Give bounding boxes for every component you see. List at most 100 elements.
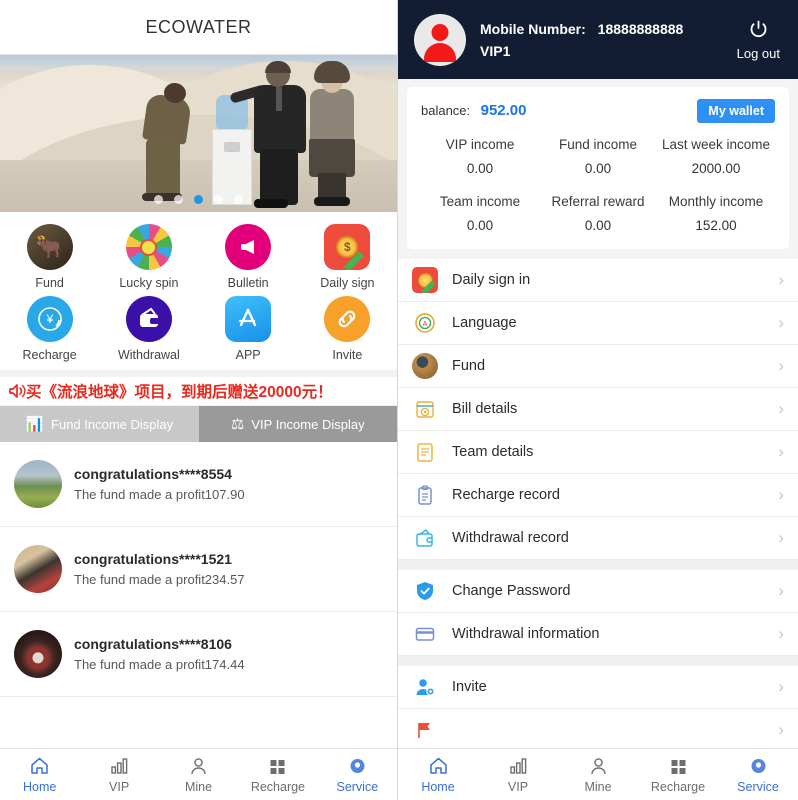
- nav-home[interactable]: Home: [0, 749, 79, 800]
- nav-label: Recharge: [250, 779, 306, 794]
- menu-item-language[interactable]: A Language ›: [398, 302, 798, 345]
- left-panel-home: ECOWATER 🐂 Fund Lucky spin Bulletin $ Da…: [0, 0, 398, 800]
- menu-item-team-details[interactable]: Team details ›: [398, 431, 798, 474]
- congrats-subtitle: The fund made a profit174.44: [74, 657, 245, 672]
- nav-label: Mine: [184, 779, 213, 794]
- carousel-dot[interactable]: [154, 195, 163, 204]
- my-wallet-button[interactable]: My wallet: [697, 99, 775, 123]
- nav-mine[interactable]: Mine: [159, 749, 238, 800]
- headset-icon: [347, 756, 368, 777]
- nav-label: Mine: [584, 779, 612, 794]
- quick-action-lucky-spin[interactable]: Lucky spin: [99, 224, 198, 290]
- home-icon: [29, 756, 50, 777]
- dual-panel-app: ECOWATER 🐂 Fund Lucky spin Bulletin $ Da…: [0, 0, 798, 800]
- quick-action-recharge[interactable]: ¥ Recharge: [0, 296, 99, 362]
- sign-in-coin-icon: $: [324, 224, 371, 270]
- carousel-dot-active[interactable]: [194, 195, 203, 204]
- logout-button[interactable]: Log out: [737, 19, 782, 61]
- chevron-right-icon: ›: [778, 399, 784, 418]
- nav-home[interactable]: Home: [398, 749, 478, 800]
- menu-divider: [398, 560, 798, 570]
- nav-label: VIP: [507, 779, 529, 794]
- carousel-dot[interactable]: [174, 195, 183, 204]
- power-icon: [748, 19, 769, 40]
- promo-banner-carousel[interactable]: [0, 55, 397, 212]
- menu-item-label: Change Password: [452, 583, 571, 599]
- nav-vip[interactable]: VIP: [478, 749, 558, 800]
- right-bottom-nav: Home VIP Mine Recharge Service: [398, 748, 798, 800]
- nav-recharge[interactable]: Recharge: [238, 749, 317, 800]
- speaker-horn-icon: [8, 382, 28, 400]
- person-icon: [588, 756, 609, 777]
- menu-item-daily-sign-in[interactable]: Daily sign in ›: [398, 259, 798, 302]
- headset-icon: [748, 756, 769, 777]
- quick-action-withdrawal[interactable]: Withdrawal: [99, 296, 198, 362]
- user-avatar-icon: [414, 13, 466, 66]
- list-item[interactable]: congratulations****8106 The fund made a …: [0, 612, 397, 697]
- user-header: Mobile Number: 18888888888 VIP1 Log out: [398, 0, 798, 79]
- quick-action-grid: 🐂 Fund Lucky spin Bulletin $ Daily sign: [0, 212, 397, 370]
- tab-vip-income-display[interactable]: ⚖ VIP Income Display: [198, 406, 397, 442]
- carousel-dot[interactable]: [214, 195, 223, 204]
- quick-action-label: Withdrawal: [117, 348, 180, 362]
- menu-item-label: Team details: [452, 444, 534, 460]
- shield-check-icon: [412, 578, 438, 604]
- home-icon: [428, 756, 449, 777]
- wallet-summary-card: balance: 952.00 My wallet VIP income 0.0…: [407, 87, 789, 249]
- list-item[interactable]: congratulations****1521 The fund made a …: [0, 527, 397, 612]
- menu-item-fund[interactable]: Fund ›: [398, 345, 798, 388]
- balance-value: 952.00: [480, 102, 527, 119]
- menu-item-withdrawal-information[interactable]: Withdrawal information ›: [398, 613, 798, 656]
- menu-item-withdrawal-record[interactable]: Withdrawal record ›: [398, 517, 798, 560]
- tab-fund-income-display[interactable]: 📊 Fund Income Display: [0, 406, 199, 442]
- mobile-number-value: 18888888888: [597, 20, 684, 37]
- quick-action-daily-sign[interactable]: $ Daily sign: [298, 224, 397, 290]
- user-info: Mobile Number: 18888888888 VIP1: [480, 21, 737, 59]
- bank-card-icon: [412, 621, 438, 647]
- carousel-dots[interactable]: [0, 195, 397, 204]
- income-stats-grid: VIP income 0.00 Fund income 0.00 Last we…: [421, 137, 775, 233]
- quick-action-label: Lucky spin: [119, 276, 179, 290]
- yen-refresh-icon: ¥: [26, 296, 73, 342]
- stat-monthly-income: Monthly income 152.00: [657, 194, 775, 233]
- menu-item-label: Withdrawal information: [452, 626, 600, 642]
- nav-mine[interactable]: Mine: [558, 749, 638, 800]
- grid-squares-icon: [668, 756, 689, 777]
- menu-item-partially-hidden[interactable]: ›: [398, 709, 798, 752]
- list-item[interactable]: congratulations****8554 The fund made a …: [0, 442, 397, 527]
- avatar: [14, 545, 62, 593]
- nav-vip[interactable]: VIP: [79, 749, 158, 800]
- quick-action-app[interactable]: APP: [199, 296, 298, 362]
- vip-level-badge: VIP1: [480, 42, 511, 59]
- chevron-right-icon: ›: [778, 356, 784, 375]
- congrats-title: congratulations****1521: [74, 551, 232, 567]
- fund-photo-icon: [412, 353, 438, 379]
- menu-item-recharge-record[interactable]: Recharge record ›: [398, 474, 798, 517]
- stat-value: 2000.00: [691, 161, 741, 176]
- nav-service[interactable]: Service: [718, 749, 798, 800]
- income-display-tabs: 📊 Fund Income Display ⚖ VIP Income Displ…: [0, 406, 397, 442]
- balance-label: balance:: [421, 103, 471, 118]
- menu-item-invite[interactable]: Invite ›: [398, 666, 798, 709]
- quick-action-bulletin[interactable]: Bulletin: [199, 224, 298, 290]
- nav-service[interactable]: Service: [318, 749, 397, 800]
- right-panel-mine: Mobile Number: 18888888888 VIP1 Log out …: [398, 0, 798, 800]
- nav-recharge[interactable]: Recharge: [638, 749, 718, 800]
- quick-action-label: Invite: [332, 348, 363, 362]
- svg-text:¥: ¥: [45, 312, 53, 326]
- fund-bull-icon: 🐂: [26, 224, 73, 270]
- quick-action-fund[interactable]: 🐂 Fund: [0, 224, 99, 290]
- banner-water-cooler: [212, 95, 252, 205]
- menu-item-bill-details[interactable]: Bill details ›: [398, 388, 798, 431]
- person-icon: [188, 756, 209, 777]
- menu-item-label: Fund: [452, 358, 486, 374]
- stat-value: 0.00: [584, 218, 612, 233]
- menu-item-change-password[interactable]: Change Password ›: [398, 570, 798, 613]
- nav-label: VIP: [109, 779, 130, 794]
- quick-action-invite[interactable]: Invite: [298, 296, 397, 362]
- tab-label: VIP Income Display: [251, 416, 365, 432]
- carousel-dot[interactable]: [234, 195, 243, 204]
- notice-marquee[interactable]: 买《流浪地球》项目，到期后赠送20000元！: [0, 370, 397, 406]
- stat-label: Fund income: [558, 137, 638, 152]
- team-document-icon: [412, 439, 438, 465]
